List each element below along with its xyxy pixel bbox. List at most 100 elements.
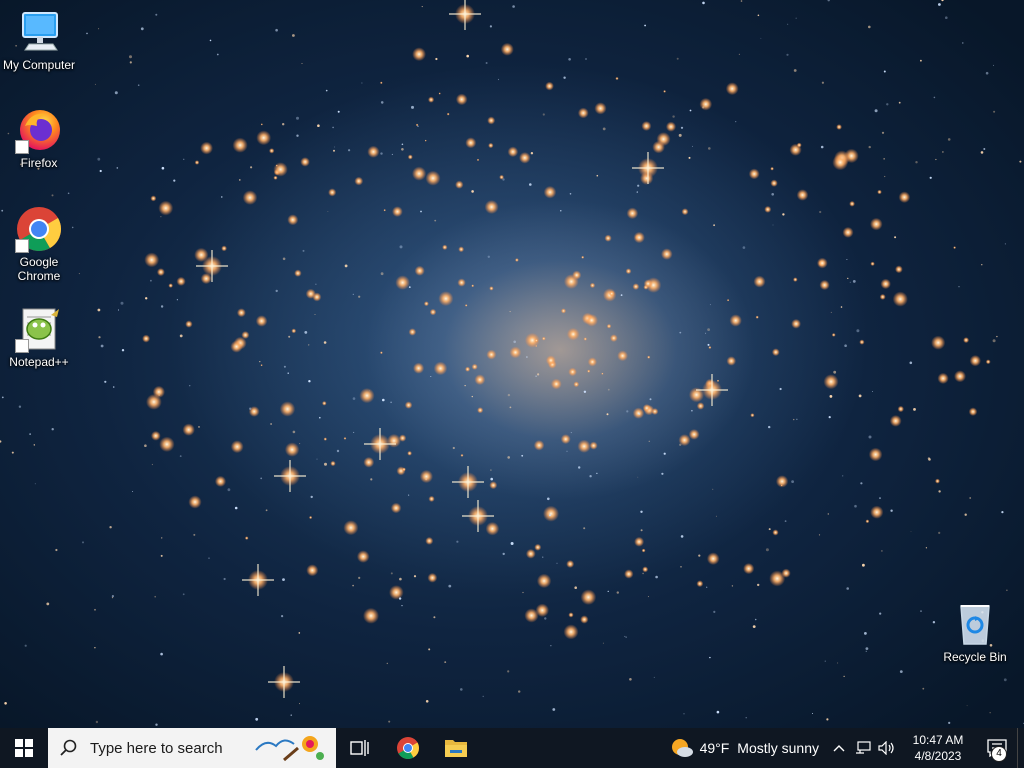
star-dot xyxy=(287,372,289,374)
sparkle xyxy=(634,536,645,547)
sparkle xyxy=(816,257,828,269)
star-dot xyxy=(784,520,787,522)
star-dot xyxy=(158,394,160,396)
sparkle xyxy=(708,346,712,349)
lens-flare xyxy=(449,0,481,30)
search-placeholder: Type here to search xyxy=(90,739,223,757)
sparkle xyxy=(455,180,464,189)
star-dot xyxy=(915,161,918,164)
sparkle xyxy=(460,453,464,457)
sparkle xyxy=(865,519,870,524)
sparkle xyxy=(519,152,531,164)
sparkle xyxy=(273,162,288,177)
star-dot xyxy=(938,531,941,535)
star-dot xyxy=(358,576,361,580)
star-dot xyxy=(179,334,183,338)
sparkle xyxy=(895,265,903,274)
sparkle xyxy=(323,437,327,441)
star-dot xyxy=(317,124,320,127)
star-dot xyxy=(560,210,562,212)
sparkle xyxy=(775,475,789,488)
sparkle xyxy=(471,284,475,288)
taskbar-app-chrome[interactable] xyxy=(384,728,432,768)
star-dot xyxy=(151,463,153,466)
star-dot xyxy=(731,585,734,587)
sparkle xyxy=(954,370,966,383)
desktop-icon-google-chrome[interactable]: Google Chrome xyxy=(1,205,77,283)
star-dot xyxy=(1,396,4,399)
star-dot xyxy=(676,57,679,60)
star-dot xyxy=(408,286,411,288)
taskbar-clock[interactable]: 10:47 AM 4/8/2023 xyxy=(899,732,977,764)
star-dot xyxy=(768,425,771,429)
star-dot xyxy=(589,475,592,478)
taskbar-search-box[interactable]: Type here to search xyxy=(48,728,336,768)
star-dot xyxy=(786,53,789,56)
star-dot xyxy=(879,497,881,499)
sparkle xyxy=(404,401,413,409)
star-dot xyxy=(425,478,428,481)
star-dot xyxy=(275,28,278,32)
star-dot xyxy=(471,395,473,398)
desktop[interactable]: My Computer Firefox Google Chrome Notepa… xyxy=(0,0,1024,728)
star-dot xyxy=(629,678,632,681)
sparkle xyxy=(458,246,465,253)
sparkle xyxy=(577,107,589,119)
star-dot xyxy=(909,361,913,365)
sparkle xyxy=(819,279,830,291)
shortcut-arrow-icon xyxy=(15,339,29,353)
sparkle xyxy=(969,355,981,367)
star-dot xyxy=(992,339,996,343)
weather-widget[interactable]: 49°F Mostly sunny xyxy=(662,728,827,768)
star-dot xyxy=(568,58,571,61)
show-hidden-icons-button[interactable] xyxy=(827,728,851,768)
star-dot xyxy=(585,58,587,60)
sparkle xyxy=(487,116,496,125)
sparkle xyxy=(291,328,297,334)
star-dot xyxy=(683,713,685,715)
start-button[interactable] xyxy=(0,728,48,768)
sparkle xyxy=(580,615,589,624)
desktop-icon-recycle-bin[interactable]: Recycle Bin xyxy=(937,600,1013,664)
desktop-icon-firefox[interactable]: Firefox xyxy=(1,106,77,170)
sparkle xyxy=(892,291,908,307)
desktop-icon-notepadpp[interactable]: Notepad++ xyxy=(1,305,77,369)
star-dot xyxy=(507,456,511,459)
show-desktop-button[interactable] xyxy=(1017,728,1024,768)
sparkle xyxy=(626,207,639,220)
sparkle xyxy=(188,495,202,509)
star-dot xyxy=(846,259,848,260)
sparkle xyxy=(842,226,854,238)
star-dot xyxy=(707,343,710,346)
volume-button[interactable] xyxy=(875,728,899,768)
star-dot xyxy=(332,126,334,129)
sparkle xyxy=(771,348,780,357)
star-dot xyxy=(208,557,210,559)
desktop-icon-my-computer[interactable]: My Computer xyxy=(1,8,77,72)
sparkle xyxy=(791,318,801,329)
sparkle xyxy=(200,141,214,155)
sparkle xyxy=(566,560,575,568)
taskbar-app-file-explorer[interactable] xyxy=(432,728,480,768)
star-dot xyxy=(535,375,537,377)
sparkle xyxy=(389,585,404,600)
star-dot xyxy=(929,176,932,179)
action-center-button[interactable]: 4 xyxy=(977,728,1017,768)
star-dot xyxy=(132,491,134,492)
sparkle xyxy=(474,374,486,386)
star-dot xyxy=(221,196,223,198)
weather-condition: Mostly sunny xyxy=(737,740,819,756)
star-dot xyxy=(155,13,158,16)
star-dot xyxy=(544,617,547,620)
star-dot xyxy=(945,16,948,20)
notification-count-badge: 4 xyxy=(991,746,1007,762)
network-button[interactable] xyxy=(851,728,875,768)
star-dot xyxy=(636,191,638,193)
star-dot xyxy=(299,443,301,445)
task-view-button[interactable] xyxy=(336,728,384,768)
star-dot xyxy=(369,390,370,392)
sparkle xyxy=(580,589,597,605)
star-dot xyxy=(932,621,936,624)
star-dot xyxy=(94,608,96,611)
star-dot xyxy=(981,264,983,266)
